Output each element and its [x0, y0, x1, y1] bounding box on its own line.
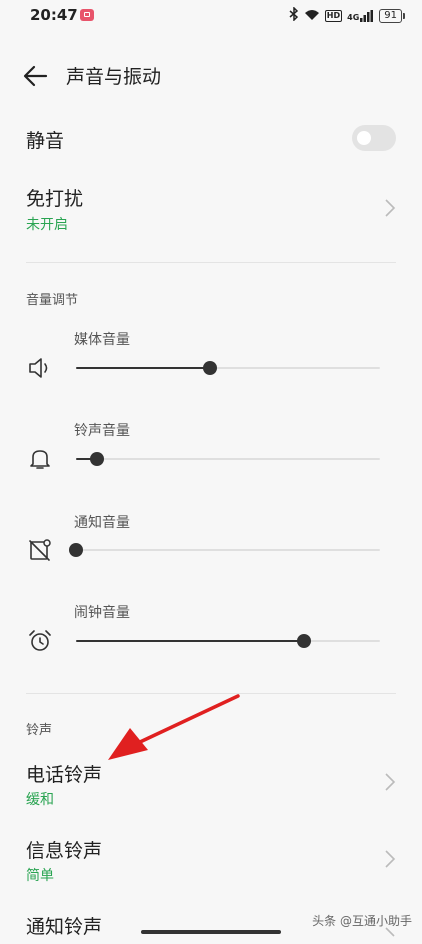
back-arrow-icon[interactable]: [22, 64, 48, 88]
slider-thumb[interactable]: [90, 452, 105, 466]
watermark: 头条 @互通小助手: [312, 914, 412, 928]
slider-thumb[interactable]: [202, 361, 217, 375]
signal-icon: 4G: [347, 10, 374, 22]
slider-thumb[interactable]: [69, 543, 83, 557]
wifi-icon: [304, 9, 320, 24]
alarm-volume-slider[interactable]: [76, 633, 380, 649]
notification-ringtone-label: 通知铃声: [26, 916, 103, 938]
divider: [26, 262, 396, 263]
notification-icon: [27, 537, 53, 563]
slider-thumb[interactable]: [297, 634, 311, 648]
volume-section-header: 音量调节: [26, 293, 79, 308]
message-ringtone-value: 简单: [26, 868, 54, 884]
toggle-knob: [357, 131, 371, 145]
slider-fill: [76, 640, 304, 642]
status-icons: HD 4G 91: [289, 6, 405, 25]
dnd-label: 免打扰: [26, 188, 84, 210]
bluetooth-icon: [289, 6, 299, 25]
battery-icon: 91: [379, 9, 405, 23]
notification-app-icon: [80, 9, 94, 21]
chevron-right-icon: [384, 772, 396, 792]
ring-volume-label: 铃声音量: [74, 423, 130, 439]
dnd-status: 未开启: [26, 217, 68, 233]
phone-ringtone-label: 电话铃声: [26, 764, 103, 786]
network-type: 4G: [347, 13, 360, 22]
ring-volume-slider[interactable]: [76, 451, 380, 467]
phone-ringtone-value: 缓和: [26, 792, 54, 808]
chevron-right-icon: [384, 849, 396, 869]
mute-label: 静音: [26, 130, 65, 152]
chevron-right-icon: [384, 198, 396, 218]
alarm-volume-label: 闹钟音量: [74, 605, 130, 621]
slider-fill: [76, 367, 210, 369]
media-volume-label: 媒体音量: [74, 332, 130, 348]
notification-volume-slider[interactable]: [69, 542, 380, 558]
message-ringtone-label: 信息铃声: [26, 840, 103, 862]
speaker-icon: [27, 355, 53, 381]
alarm-clock-icon: [27, 628, 53, 654]
home-indicator[interactable]: [141, 930, 281, 934]
bell-icon: [27, 446, 53, 472]
media-volume-slider[interactable]: [76, 360, 380, 376]
annotation-arrow: [100, 690, 245, 765]
mute-toggle[interactable]: [352, 125, 396, 151]
hd-icon: HD: [324, 10, 343, 22]
page-title: 声音与振动: [66, 66, 162, 88]
ringtone-section-header: 铃声: [26, 723, 53, 738]
notification-volume-label: 通知音量: [74, 515, 130, 531]
status-time: 20:47: [30, 6, 78, 24]
